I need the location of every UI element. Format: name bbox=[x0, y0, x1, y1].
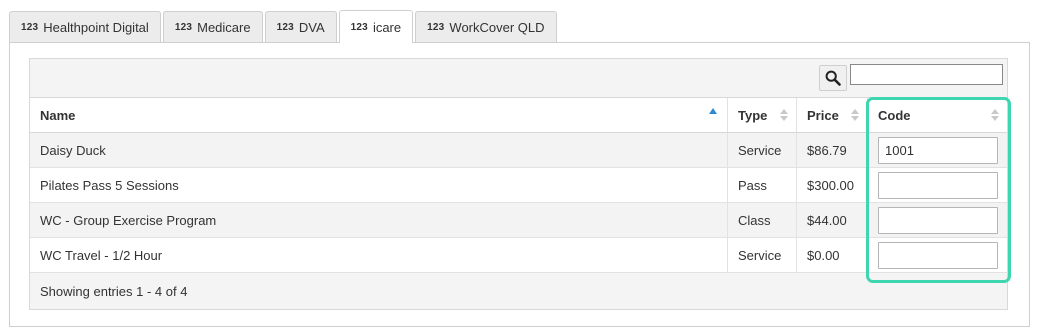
cell-name: WC Travel - 1/2 Hour bbox=[30, 238, 728, 272]
search-input[interactable] bbox=[850, 64, 1003, 85]
tab-bar: 123 Healthpoint Digital 123 Medicare 123… bbox=[9, 10, 559, 43]
cell-name: Pilates Pass 5 Sessions bbox=[30, 168, 728, 202]
column-header-code[interactable]: Code bbox=[868, 98, 1007, 132]
cell-price: $0.00 bbox=[797, 238, 868, 272]
tab-workcover-qld[interactable]: 123 WorkCover QLD bbox=[415, 11, 557, 43]
cell-code bbox=[868, 168, 1007, 202]
cell-name: Daisy Duck bbox=[30, 133, 728, 167]
tab-healthpoint-digital[interactable]: 123 Healthpoint Digital bbox=[9, 11, 161, 43]
sort-icon bbox=[851, 109, 859, 123]
table-footer: Showing entries 1 - 4 of 4 bbox=[30, 273, 1007, 309]
tab-label: Medicare bbox=[197, 20, 251, 35]
tab-label: DVA bbox=[298, 20, 325, 35]
search-icon bbox=[825, 70, 841, 86]
column-header-label: Name bbox=[40, 107, 76, 123]
cell-code bbox=[868, 133, 1007, 167]
tab-medicare[interactable]: 123 Medicare bbox=[162, 11, 263, 43]
search-button[interactable] bbox=[819, 65, 847, 91]
cell-type: Service bbox=[728, 133, 797, 167]
cell-code bbox=[868, 238, 1007, 272]
tab-label: icare bbox=[372, 19, 402, 35]
table-header: Name Type Price Code bbox=[30, 98, 1007, 133]
tab-badge: 123 bbox=[21, 22, 39, 33]
cell-price: $44.00 bbox=[797, 203, 868, 237]
table-row: WC - Group Exercise Program Class $44.00 bbox=[30, 203, 1007, 238]
tab-badge: 123 bbox=[427, 22, 445, 33]
cell-name: WC - Group Exercise Program bbox=[30, 203, 728, 237]
code-input[interactable] bbox=[878, 171, 998, 199]
cell-price: $300.00 bbox=[797, 168, 868, 202]
sort-ascending-icon bbox=[709, 108, 717, 114]
sort-icon bbox=[780, 109, 788, 123]
sort-icon bbox=[991, 109, 999, 123]
column-header-label: Code bbox=[878, 107, 911, 123]
tab-badge: 123 bbox=[350, 21, 368, 33]
tab-label: WorkCover QLD bbox=[449, 20, 545, 35]
tab-badge: 123 bbox=[174, 22, 193, 33]
column-header-label: Price bbox=[807, 107, 839, 123]
cell-type: Pass bbox=[728, 168, 797, 202]
tab-badge: 123 bbox=[276, 22, 294, 33]
tab-label: Healthpoint Digital bbox=[43, 20, 149, 35]
table-row: WC Travel - 1/2 Hour Service $0.00 bbox=[30, 238, 1007, 273]
tab-dva[interactable]: 123 DVA bbox=[264, 11, 337, 43]
column-header-price[interactable]: Price bbox=[797, 98, 868, 132]
code-input[interactable] bbox=[878, 136, 998, 164]
column-header-label: Type bbox=[738, 107, 768, 123]
entries-summary: Showing entries 1 - 4 of 4 bbox=[40, 283, 188, 299]
table-toolbar bbox=[30, 59, 1007, 98]
column-header-name[interactable]: Name bbox=[30, 98, 728, 132]
cell-price: $86.79 bbox=[797, 133, 868, 167]
code-input[interactable] bbox=[878, 206, 998, 234]
column-header-type[interactable]: Type bbox=[728, 98, 797, 132]
cell-code bbox=[868, 203, 1007, 237]
items-table: Name Type Price Code Daisy Duck Service … bbox=[29, 58, 1008, 310]
cell-type: Service bbox=[728, 238, 797, 272]
table-row: Daisy Duck Service $86.79 bbox=[30, 133, 1007, 168]
table-row: Pilates Pass 5 Sessions Pass $300.00 bbox=[30, 168, 1007, 203]
cell-type: Class bbox=[728, 203, 797, 237]
code-input[interactable] bbox=[878, 241, 998, 269]
tab-icare[interactable]: 123 icare bbox=[338, 10, 414, 43]
